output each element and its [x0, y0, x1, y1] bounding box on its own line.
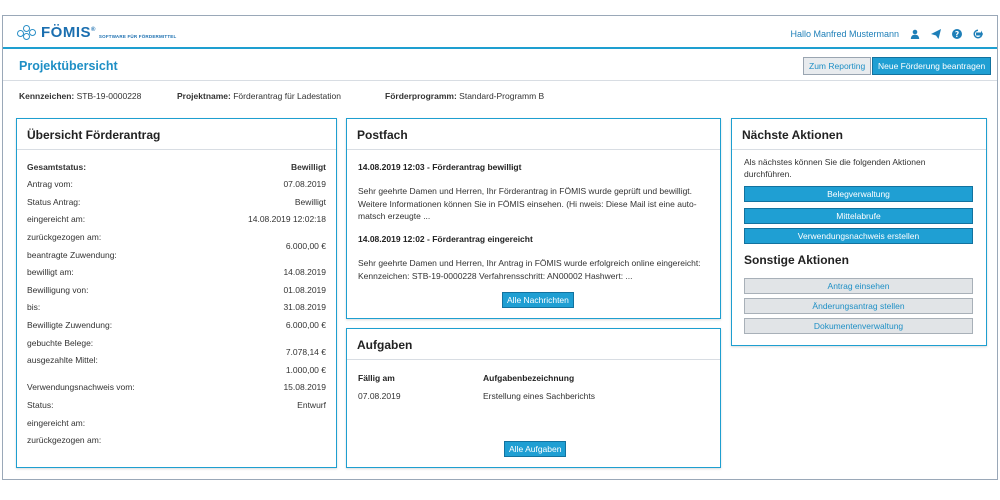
kv-row: 1.000,00 €	[285, 365, 326, 375]
kv-row: zurückgezogen am:	[27, 435, 102, 445]
overview-title: Übersicht Förderantrag	[17, 119, 336, 150]
user-greeting: Hallo Manfred Mustermann	[790, 28, 899, 39]
reporting-button[interactable]: Zum Reporting	[803, 57, 872, 75]
svg-text:?: ?	[954, 30, 958, 39]
task-name[interactable]: Erstellung eines Sachberichts	[483, 391, 595, 401]
task-due-date: 07.08.2019	[358, 391, 401, 401]
kv-row: bewilligt am: 14.08.2019	[27, 267, 326, 277]
logo[interactable]: FÖMIS® SOFTWARE FÜR FÖRDERMITTEL	[17, 24, 176, 41]
kv-row: eingereicht am:	[27, 418, 86, 428]
logo-text: FÖMIS®	[41, 24, 96, 41]
logo-mark-icon	[17, 24, 39, 41]
kv-row: Verwendungsnachweis vom: 15.08.2019	[27, 382, 326, 392]
mittelabrufe-button[interactable]: Mittelabrufe	[744, 208, 973, 224]
kv-row: Bewilligte Zuwendung: 6.000,00 €	[27, 320, 326, 330]
message-preview: Sehr geehrte Damen und Herren, Ihr Antra…	[358, 258, 701, 281]
postfach-panel: Postfach 14.08.2019 12:03 - Förderantrag…	[346, 118, 721, 319]
kv-row: Status Antrag: Bewilligt	[27, 197, 326, 207]
actions-panel: Nächste Aktionen Als nächstes können Sie…	[731, 118, 987, 346]
message-preview: Sehr geehrte Damen und Herren, Ihr Förde…	[358, 186, 697, 221]
meta-kennzeichen: Kennzeichen: STB-19-0000228	[19, 91, 142, 101]
postfach-title: Postfach	[347, 119, 720, 150]
all-tasks-button[interactable]: Alle Aufgaben	[504, 441, 567, 457]
kv-row: Antrag vom: 07.08.2019	[27, 179, 326, 189]
kv-row: Bewilligung von: 01.08.2019	[27, 285, 326, 295]
belegverwaltung-button[interactable]: Belegverwaltung	[744, 186, 973, 202]
actions-intro: Als nächstes können Sie die folgenden Ak…	[744, 157, 926, 179]
tasks-col-due: Fällig am	[358, 373, 395, 383]
logout-icon[interactable]	[972, 28, 983, 39]
tasks-panel: Aufgaben Fällig am Aufgabenbezeichnung 0…	[346, 328, 721, 468]
message-subject[interactable]: 14.08.2019 12:02 - Förderantrag eingerei…	[358, 234, 533, 244]
kv-row: Gesamtstatus: Bewilligt	[27, 162, 326, 172]
user-area: Hallo Manfred Mustermann ?	[790, 28, 983, 39]
new-funding-button[interactable]: Neue Förderung beantragen	[872, 57, 992, 75]
user-profile-icon[interactable]	[909, 28, 920, 39]
help-icon[interactable]: ?	[951, 28, 962, 39]
meta-projektname: Projektname: Förderantrag für Ladestatio…	[177, 91, 341, 101]
kv-row: bis: 31.08.2019	[27, 302, 326, 312]
kv-row: beantragte Zuwendung:	[27, 250, 117, 260]
top-navbar: FÖMIS® SOFTWARE FÜR FÖRDERMITTEL Hallo M…	[3, 16, 997, 49]
send-message-icon[interactable]	[930, 28, 941, 39]
actions-title: Nächste Aktionen	[732, 119, 986, 150]
page-header: Projektübersicht Zum Reporting Neue Förd…	[3, 51, 997, 81]
antrag-einsehen-button[interactable]: Antrag einsehen	[744, 278, 973, 294]
verwendungsnachweis-button[interactable]: Verwendungsnachweis erstellen	[744, 228, 973, 244]
kv-row: eingereicht am: 14.08.2019 12:02:18	[27, 214, 326, 224]
aenderungsantrag-button[interactable]: Änderungsantrag stellen	[744, 298, 973, 314]
tasks-col-name: Aufgabenbezeichnung	[483, 373, 575, 383]
app-window: FÖMIS® SOFTWARE FÜR FÖRDERMITTEL Hallo M…	[2, 15, 998, 480]
overview-panel: Übersicht Förderantrag Gesamtstatus: Bewi…	[16, 118, 337, 468]
tasks-title: Aufgaben	[347, 329, 720, 360]
logo-tagline: SOFTWARE FÜR FÖRDERMITTEL	[98, 34, 177, 39]
kv-row: Status: Entwurf	[27, 400, 326, 410]
other-actions-title: Sonstige Aktionen	[744, 253, 849, 267]
meta-foerderprogramm: Förderprogramm: Standard-Programm B	[385, 91, 545, 101]
dokumentenverwaltung-button[interactable]: Dokumentenverwaltung	[744, 318, 973, 334]
all-messages-button[interactable]: Alle Nachrichten	[502, 292, 574, 308]
page-title: Projektübersicht	[19, 59, 118, 73]
message-subject[interactable]: 14.08.2019 12:03 - Förderantrag bewillig…	[358, 162, 521, 172]
